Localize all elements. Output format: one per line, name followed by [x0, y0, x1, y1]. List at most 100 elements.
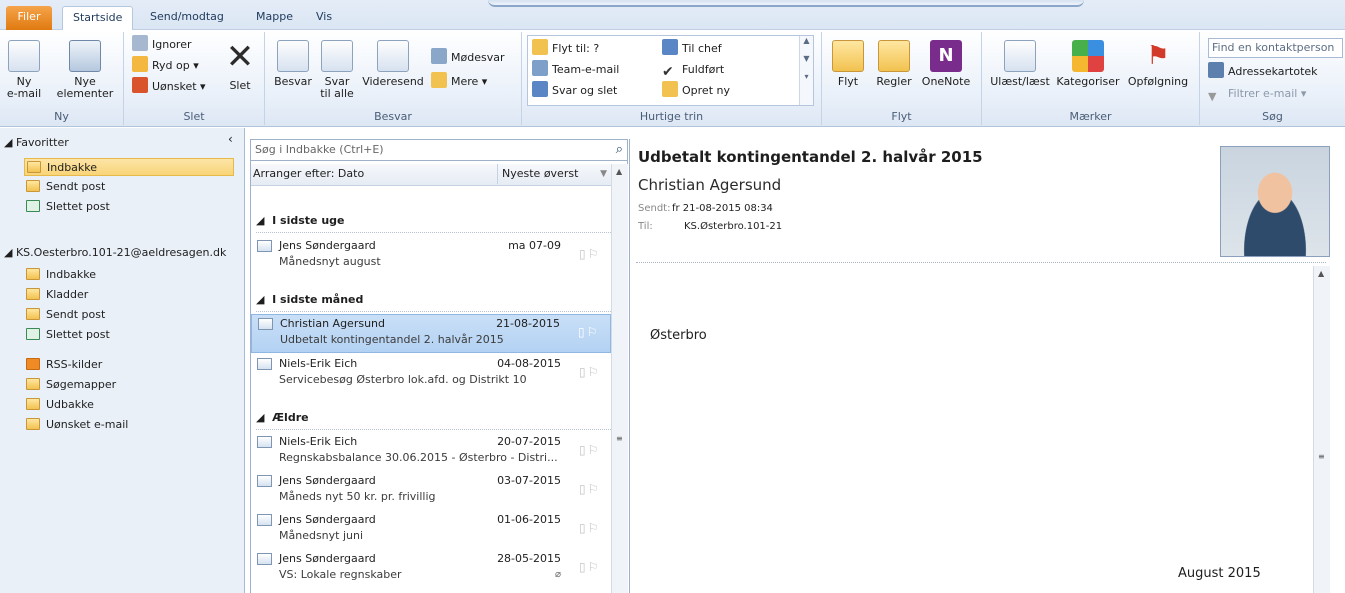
- flag-icon[interactable]: ▯⚐: [579, 560, 603, 574]
- quick-to-boss[interactable]: Til chef: [662, 39, 722, 58]
- reply-all-button[interactable]: Svar til alle: [317, 40, 357, 100]
- mail-list-scrollbar[interactable]: ▲ ≡: [611, 164, 628, 593]
- search-inbox-input[interactable]: Søg i Indbakke (Ctrl+E) ⌕: [250, 139, 628, 161]
- mail-item[interactable]: Jens Søndergaard 01-06-2015 Månedsnyt ju…: [251, 511, 611, 550]
- mail-date: 03-07-2015: [497, 474, 561, 487]
- reply-button[interactable]: Besvar: [271, 40, 315, 88]
- delete-x-icon: ✕: [225, 37, 255, 77]
- folder-junk[interactable]: Uønsket e-mail: [26, 416, 128, 434]
- group-last-week-label: I sidste uge: [272, 214, 345, 227]
- folder-inbox[interactable]: Indbakke: [26, 266, 96, 284]
- favorite-sent[interactable]: Sendt post: [26, 178, 105, 196]
- folder-search[interactable]: Søgemapper: [26, 376, 116, 394]
- flag-icon[interactable]: ▯⚐: [579, 247, 603, 261]
- mail-item[interactable]: Jens Søndergaard 03-07-2015 Måneds nyt 5…: [251, 472, 611, 511]
- filter-label: Filtrer e-mail: [1228, 87, 1298, 100]
- followup-button[interactable]: ⚑ Opfølgning: [1122, 40, 1194, 88]
- group-older-label: Ældre: [272, 411, 309, 424]
- mail-subject: Udbetalt kontingentandel 2. halvår 2015: [280, 333, 504, 346]
- quick-create-new[interactable]: Opret ny: [662, 81, 730, 100]
- mail-subject: VS: Lokale regnskaber: [279, 568, 402, 581]
- mail-item[interactable]: Niels-Erik Eich 04-08-2015 Servicebesøg …: [251, 355, 611, 394]
- checkmark-icon: ✔: [662, 64, 674, 80]
- delete-button[interactable]: ✕ Slet: [220, 40, 260, 92]
- ignore-button[interactable]: Ignorer: [132, 35, 192, 54]
- flag-icon[interactable]: ▯⚐: [579, 482, 603, 496]
- group-move: Flyt Regler N OneNote Flyt: [822, 32, 982, 125]
- mail-item[interactable]: Niels-Erik Eich 20-07-2015 Regnskabsbala…: [251, 433, 611, 472]
- find-contact-input[interactable]: Find en kontaktperson: [1208, 38, 1343, 58]
- forward-button[interactable]: Videresend: [361, 40, 425, 88]
- quick-reply-delete[interactable]: Svar og slet: [532, 81, 617, 100]
- arrange-by-button[interactable]: Arranger efter: Dato: [253, 167, 364, 180]
- new-email-label: Ny e-mail: [6, 75, 42, 100]
- tab-folder[interactable]: Mappe: [246, 6, 303, 30]
- junk-button[interactable]: Uønsket ▾: [132, 77, 206, 96]
- unread-read-button[interactable]: Ulæst/læst: [988, 40, 1052, 88]
- flag-icon[interactable]: ▯⚐: [578, 325, 602, 339]
- rules-button[interactable]: Regler: [872, 40, 916, 88]
- flag-icon[interactable]: ▯⚐: [579, 365, 603, 379]
- flag-icon[interactable]: ▯⚐: [579, 443, 603, 457]
- account-header[interactable]: ◢ KS.Oesterbro.101-21@aeldresagen.dk: [4, 246, 226, 259]
- onenote-icon: N: [930, 40, 962, 72]
- group-older[interactable]: ◢ Ældre: [256, 411, 309, 424]
- tab-file[interactable]: Filer: [6, 6, 52, 30]
- mail-item[interactable]: Jens Søndergaard ma 07-09 Månedsnyt augu…: [251, 237, 611, 276]
- navigation-pane: ◢ Favoritter ‹ Indbakke Sendt post Slett…: [0, 128, 245, 593]
- group-last-week[interactable]: ◢ I sidste uge: [256, 214, 345, 227]
- move-button[interactable]: Flyt: [828, 40, 868, 88]
- folder-rss[interactable]: RSS-kilder: [26, 356, 102, 374]
- categorize-button[interactable]: Kategoriser: [1054, 40, 1122, 88]
- mail-date: 01-06-2015: [497, 513, 561, 526]
- mail-subject: Måneds nyt 50 kr. pr. frivillig: [279, 490, 436, 503]
- create-new-icon: [662, 81, 678, 97]
- mail-item[interactable]: Jens Søndergaard 28-05-2015 VS: Lokale r…: [251, 550, 611, 589]
- mail-item-selected[interactable]: Christian Agersund 21-08-2015 Udbetalt k…: [251, 314, 611, 353]
- tab-view[interactable]: Vis: [306, 6, 342, 30]
- quick-team-email[interactable]: Team-e-mail: [532, 60, 619, 79]
- quick-team-label: Team-e-mail: [552, 63, 620, 76]
- scroll-grip-icon[interactable]: ≡: [1318, 452, 1325, 461]
- quick-steps-scroll[interactable]: ▲ ▼ ▾: [799, 36, 813, 105]
- address-book-button[interactable]: Adressekartotek: [1208, 62, 1318, 81]
- to-value[interactable]: KS.Østerbro.101-21: [684, 221, 782, 232]
- quick-move-to[interactable]: Flyt til: ?: [532, 39, 599, 58]
- onenote-button[interactable]: N OneNote: [918, 40, 974, 88]
- reading-scrollbar[interactable]: ▲ ≡: [1313, 266, 1330, 593]
- tab-send-receive[interactable]: Send/modtag: [140, 6, 234, 30]
- tab-home[interactable]: Startside: [62, 6, 134, 31]
- outbox-icon: [26, 398, 40, 410]
- new-items-button[interactable]: Nye elementer: [52, 40, 118, 100]
- favorite-inbox-label: Indbakke: [47, 161, 98, 174]
- scroll-up-icon[interactable]: ▲: [1318, 269, 1324, 278]
- more-button[interactable]: Mere ▾: [431, 72, 487, 91]
- folder-outbox[interactable]: Udbakke: [26, 396, 94, 414]
- mail-subject: Månedsnyt juni: [279, 529, 364, 542]
- folder-deleted[interactable]: Slettet post: [26, 326, 110, 344]
- folder-drafts[interactable]: Kladder: [26, 286, 88, 304]
- scroll-up-icon[interactable]: ▲: [616, 167, 622, 176]
- favorite-inbox[interactable]: Indbakke: [24, 158, 234, 176]
- new-email-button[interactable]: Ny e-mail: [2, 40, 46, 100]
- search-icon[interactable]: ⌕: [616, 140, 623, 160]
- favorites-header[interactable]: ◢ Favoritter: [4, 136, 69, 149]
- message-body-date: August 2015: [1178, 566, 1261, 581]
- group-last-month[interactable]: ◢ I sidste måned: [256, 293, 363, 306]
- filter-email-button[interactable]: ▼ Filtrer e-mail ▾: [1208, 84, 1306, 103]
- message-sender[interactable]: Christian Agersund: [638, 176, 781, 194]
- meeting-reply-button[interactable]: Mødesvar: [431, 48, 504, 67]
- sort-dropdown-icon[interactable]: ▼: [600, 164, 607, 184]
- flag-icon[interactable]: ▯⚐: [579, 521, 603, 535]
- scroll-grip-icon[interactable]: ≡: [616, 434, 623, 443]
- mail-date: 21-08-2015: [496, 317, 560, 330]
- folder-sent[interactable]: Sendt post: [26, 306, 105, 324]
- title-bar-decoration: [488, 0, 1084, 7]
- collapse-pane-icon[interactable]: ‹: [228, 132, 233, 146]
- outlook-window: Filer Startside Send/modtag Mappe Vis Ny…: [0, 0, 1345, 593]
- move-label: Flyt: [837, 75, 859, 88]
- sort-order-button[interactable]: Nyeste øverst: [497, 164, 578, 184]
- cleanup-button[interactable]: Ryd op ▾: [132, 56, 199, 75]
- favorite-deleted[interactable]: Slettet post: [26, 198, 110, 216]
- quick-done[interactable]: ✔ Fuldført: [662, 60, 724, 80]
